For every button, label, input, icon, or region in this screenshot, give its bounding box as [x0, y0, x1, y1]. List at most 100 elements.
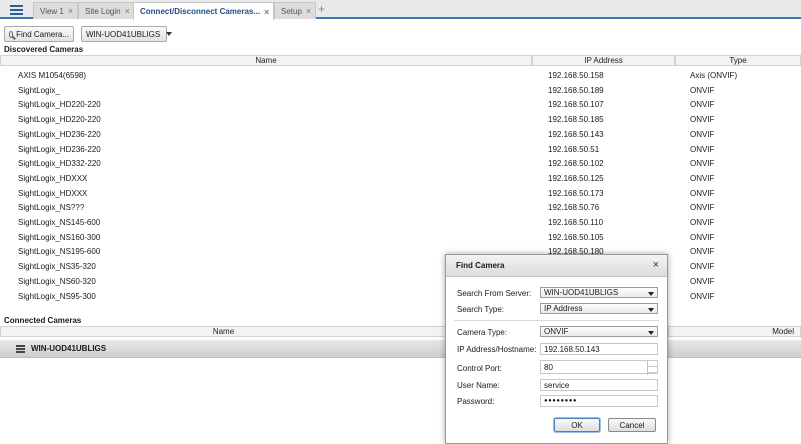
- dialog-title: Find Camera: [456, 261, 505, 270]
- cancel-button[interactable]: Cancel: [608, 418, 656, 432]
- cell-type: ONVIF: [690, 129, 715, 139]
- tab-site-login[interactable]: Site Login ×: [78, 2, 135, 19]
- column-header-name[interactable]: Name: [0, 326, 447, 337]
- table-row[interactable]: SightLogix_HD236-220 192.168.50.51 ONVIF: [0, 142, 801, 157]
- user-name-field[interactable]: service: [540, 379, 658, 391]
- hamburger-menu-icon[interactable]: [2, 1, 30, 18]
- ok-label: OK: [571, 420, 583, 430]
- cell-name: SightLogix_NS145-600: [18, 218, 101, 227]
- cell-name: SightLogix_NS35-320: [18, 262, 96, 272]
- chevron-down-icon: [648, 292, 654, 296]
- table-row[interactable]: SightLogix_HD332-220 192.168.50.102 ONVIF: [0, 156, 801, 171]
- table-row[interactable]: SightLogix_NS35-320 ONVIF: [0, 259, 801, 274]
- discovered-cameras-title: Discovered Cameras: [4, 45, 84, 54]
- close-icon[interactable]: ×: [68, 6, 73, 16]
- tab-label: Setup: [281, 6, 302, 16]
- table-row[interactable]: SightLogix_HD220-220 192.168.50.185 ONVIF: [0, 112, 801, 127]
- control-port-value: 80: [544, 362, 553, 372]
- cell-name: AXIS M1054(6598): [18, 71, 87, 80]
- cell-type: ONVIF: [690, 203, 715, 213]
- cell-name: SightLogix_HDXXX: [18, 173, 88, 183]
- cell-name: SightLogix_NS95-300: [18, 291, 96, 301]
- cell-name: SightLogix_NS195-600: [18, 247, 101, 257]
- ok-button[interactable]: OK: [554, 418, 600, 432]
- tab-label: Connect/Disconnect Cameras...: [140, 7, 261, 16]
- cell-ip: 192.168.50.107: [548, 100, 604, 110]
- cell-ip: 192.168.50.76: [548, 203, 600, 213]
- cell-type: ONVIF: [690, 85, 715, 95]
- table-row[interactable]: SightLogix_NS160-300 192.168.50.105 ONVIF: [0, 230, 801, 245]
- divider: [454, 320, 659, 321]
- column-header-type[interactable]: Type: [675, 55, 801, 66]
- cell-name: SightLogix_: [18, 85, 60, 95]
- spinner-arrows-icon[interactable]: [647, 361, 657, 375]
- close-icon[interactable]: ×: [125, 6, 130, 16]
- cell-name: SightLogix_HDXXX: [18, 188, 88, 198]
- ip-hostname-field[interactable]: 192.168.50.143: [540, 343, 658, 355]
- column-header-model[interactable]: Model: [668, 326, 801, 337]
- table-row[interactable]: SightLogix_NS??? 192.168.50.76 ONVIF: [0, 200, 801, 215]
- tab-connect-disconnect-cameras[interactable]: Connect/Disconnect Cameras... ×: [133, 2, 275, 20]
- add-tab-icon[interactable]: +: [318, 3, 325, 15]
- cell-type: ONVIF: [690, 218, 715, 227]
- cell-type: ONVIF: [690, 291, 715, 301]
- password-value: ●●●●●●●●: [544, 398, 577, 404]
- cell-type: ONVIF: [690, 115, 715, 125]
- chevron-down-icon: [648, 331, 654, 335]
- cell-name: SightLogix_HD332-220: [18, 159, 101, 169]
- password-field[interactable]: ●●●●●●●●: [540, 395, 658, 407]
- password-label: Password:: [457, 397, 495, 406]
- server-group-row[interactable]: WIN-UOD41UBLIGS: [0, 340, 801, 358]
- table-row[interactable]: SightLogix_HDXXX 192.168.50.125 ONVIF: [0, 171, 801, 186]
- column-header-ip-address[interactable]: IP Address: [532, 55, 675, 66]
- search-from-server-label: Search From Server:: [457, 289, 532, 298]
- server-select[interactable]: WIN-UOD41UBLIGS: [81, 26, 173, 42]
- table-row[interactable]: SightLogix_NS145-600 192.168.50.110 ONVIF: [0, 215, 801, 230]
- cell-ip: 192.168.50.51: [548, 144, 600, 154]
- table-row[interactable]: SightLogix_NS195-600 192.168.50.180 ONVIF: [0, 244, 801, 259]
- tab-label: View 1: [40, 6, 64, 16]
- table-row[interactable]: AXIS M1054(6598) 192.168.50.158 Axis (ONVI…: [0, 68, 801, 83]
- ip-hostname-label: IP Address/Hostname:: [457, 345, 537, 354]
- column-header-name[interactable]: Name: [0, 55, 532, 66]
- tab-view-1[interactable]: View 1 ×: [33, 2, 79, 19]
- find-camera-button[interactable]: Find Camera...: [4, 26, 74, 42]
- connected-cameras-title: Connected Cameras: [4, 316, 82, 325]
- tab-setup[interactable]: Setup ×: [274, 2, 317, 19]
- table-row[interactable]: SightLogix_HDXXX 192.168.50.173 ONVIF: [0, 186, 801, 201]
- cell-type: ONVIF: [690, 232, 715, 242]
- control-port-stepper[interactable]: 80: [540, 360, 658, 375]
- cell-name: SightLogix_NS160-300: [18, 232, 101, 242]
- search-type-label: Search Type:: [457, 305, 504, 314]
- server-icon: [16, 345, 25, 354]
- close-icon[interactable]: ×: [653, 259, 659, 271]
- cell-ip: 192.168.50.158: [548, 71, 604, 80]
- cell-ip: 192.168.50.105: [548, 232, 604, 242]
- close-icon[interactable]: ×: [264, 7, 269, 17]
- close-icon[interactable]: ×: [306, 6, 311, 16]
- cell-type: ONVIF: [690, 144, 715, 154]
- cell-name: SightLogix_HD236-220: [18, 129, 101, 139]
- table-row[interactable]: SightLogix_NS95-300 ONVIF: [0, 289, 801, 304]
- ip-hostname-value: 192.168.50.143: [544, 344, 600, 354]
- table-row[interactable]: SightLogix_NS60-320 ONVIF: [0, 274, 801, 289]
- table-row[interactable]: SightLogix_HD220-220 192.168.50.107 ONVIF: [0, 97, 801, 112]
- cell-ip: 192.168.50.143: [548, 129, 604, 139]
- table-row[interactable]: SightLogix_ 192.168.50.189 ONVIF: [0, 83, 801, 98]
- tab-label: Site Login: [85, 6, 121, 16]
- search-type-select[interactable]: IP Address: [540, 303, 658, 314]
- cell-name: SightLogix_HD220-220: [18, 100, 101, 110]
- cell-type: ONVIF: [690, 262, 715, 272]
- table-row[interactable]: SightLogix_HD236-220 192.168.50.143 ONVIF: [0, 127, 801, 142]
- camera-type-select[interactable]: ONVIF: [540, 326, 658, 337]
- camera-type-label: Camera Type:: [457, 328, 508, 337]
- cell-ip: 192.168.50.189: [548, 85, 604, 95]
- cell-type: Axis (ONVIF): [690, 71, 738, 80]
- dialog-title-bar[interactable]: Find Camera ×: [446, 255, 667, 277]
- server-group-label: WIN-UOD41UBLIGS: [31, 344, 107, 353]
- cancel-label: Cancel: [619, 420, 645, 430]
- chevron-down-icon: [648, 308, 654, 312]
- cell-ip: 192.168.50.185: [548, 115, 604, 125]
- search-from-server-select[interactable]: WIN-UOD41UBLIGS: [540, 287, 658, 298]
- cell-name: SightLogix_HD236-220: [18, 144, 101, 154]
